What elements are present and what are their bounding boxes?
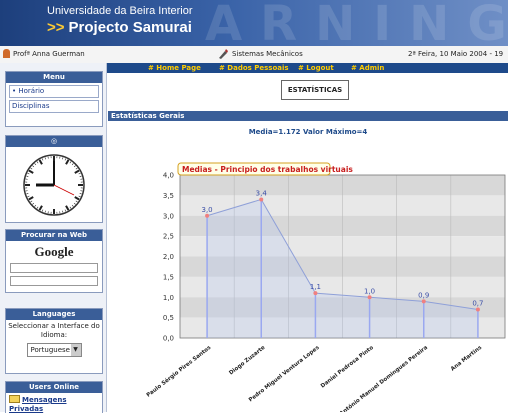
data-point	[368, 295, 372, 299]
y-tick-label: 0,5	[163, 314, 174, 322]
nav-home-page[interactable]: # Home Page	[148, 64, 201, 72]
y-tick-label: 2,5	[163, 233, 174, 241]
chart-title: Medias - Principio dos trabalhos virtuai…	[182, 165, 353, 174]
data-label: 0,7	[472, 299, 483, 307]
menu-box: Menu • Horário Disciplinas	[5, 71, 103, 127]
y-tick-label: 0,0	[163, 335, 174, 343]
data-point	[422, 299, 426, 303]
data-point	[259, 197, 263, 201]
x-tick-label: António Manuel Domingues Pereira	[338, 344, 429, 412]
search-input-2[interactable]	[10, 276, 98, 286]
page-title: ESTATÍSTICAS	[281, 80, 349, 100]
menu-title: Menu	[6, 72, 102, 83]
languages-text: Seleccionar a Interface do Idioma:	[8, 322, 100, 340]
data-label: 3,0	[202, 206, 213, 214]
search-title: Procurar na Web	[6, 230, 102, 241]
y-tick-label: 1,5	[163, 273, 174, 281]
data-label: 1,0	[364, 287, 375, 295]
stats-summary: Media=1.172 Valor Máximo=4	[108, 128, 508, 136]
clock-title: ◎	[6, 136, 102, 147]
data-point	[313, 291, 317, 295]
y-tick-label: 3,0	[163, 212, 174, 220]
clock-box: ◎	[5, 135, 103, 223]
y-tick-label: 1,0	[163, 294, 174, 302]
y-tick-label: 3,5	[163, 192, 174, 200]
menu-item-horario[interactable]: • Horário	[9, 85, 99, 98]
data-label: 1,1	[310, 283, 321, 291]
nav-admin[interactable]: # Admin	[351, 64, 384, 72]
project-title: >>Projecto Samurai	[47, 19, 192, 36]
nav-dados-pessoais[interactable]: # Dados Pessoais	[219, 64, 289, 72]
x-tick-label: Diogo Zuzarte	[228, 345, 266, 377]
y-tick-label: 4,0	[163, 172, 174, 180]
sidebar: Menu • Horário Disciplinas ◎ Procurar na…	[0, 63, 107, 412]
x-tick-label: Paulo Sérgio Pires Santos	[145, 344, 213, 399]
data-label: 3,4	[256, 189, 268, 197]
data-point	[205, 214, 209, 218]
pen-icon	[218, 49, 228, 59]
university-name: Universidade da Beira Interior	[47, 5, 193, 17]
users-title: Users Online	[6, 382, 102, 393]
header-banner: ARNING Universidade da Beira Interior >>…	[0, 0, 508, 46]
language-selected: Portuguese	[31, 346, 70, 354]
search-box: Procurar na Web Google	[5, 229, 103, 293]
user-name: Profª Anna Guerman	[13, 50, 85, 58]
envelope-icon	[9, 395, 20, 403]
x-tick-label: Ana Martins	[450, 344, 484, 372]
y-tick-label: 2,0	[163, 253, 174, 261]
search-input[interactable]	[10, 263, 98, 273]
users-box: Users Online Mensagens Privadas	[5, 381, 103, 413]
nav-logout[interactable]: # Logout	[298, 64, 334, 72]
google-logo: Google	[6, 244, 102, 260]
language-select[interactable]: Portuguese▼	[27, 343, 82, 357]
project-name: Projecto Samurai	[69, 19, 192, 36]
info-bar: Profª Anna Guerman Sistemas Mecânicos 2ª…	[0, 46, 508, 64]
chevron-down-icon[interactable]: ▼	[71, 344, 81, 356]
menu-item-disciplinas[interactable]: Disciplinas	[9, 100, 99, 113]
top-navigation: # Home Page # Dados Pessoais # Logout # …	[106, 63, 508, 73]
title-arrows: >>	[47, 19, 65, 36]
chart: 0,0 0,5 1,0 1,5 2,0 2,5 3,0 3,5 4,0 3,0 3,4 1,1 1,0 0…	[108, 150, 508, 412]
banner-watermark: ARNING	[205, 0, 508, 46]
user-info: Profª Anna Guerman	[3, 49, 85, 58]
subject-info: Sistemas Mecânicos	[218, 49, 303, 59]
messages-link[interactable]: Mensagens Privadas	[6, 393, 102, 416]
section-header: Estatísticas Gerais	[108, 111, 508, 121]
languages-box: Languages Seleccionar a Interface do Idi…	[5, 308, 103, 374]
clock-icon	[6, 147, 102, 219]
data-label: 0,9	[418, 291, 429, 299]
languages-title: Languages	[6, 309, 102, 320]
data-point	[476, 307, 480, 311]
subject-name: Sistemas Mecânicos	[232, 50, 303, 58]
user-icon	[3, 49, 10, 58]
date-label: 2ª Feira, 10 Maio 2004 - 19	[408, 50, 503, 58]
x-tick-label: Daniel Pedrosa Pinto	[320, 345, 375, 390]
